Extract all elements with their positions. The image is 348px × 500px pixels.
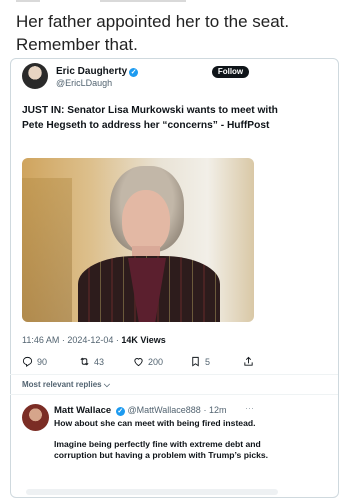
chevron-down-icon: ⌵ [103, 380, 110, 389]
author-name-text[interactable]: Eric Daugherty [56, 66, 127, 77]
share-icon [244, 356, 253, 366]
like-button[interactable]: 200 [133, 356, 163, 367]
share-button[interactable] [243, 356, 254, 367]
more-options-icon[interactable]: ··· [245, 403, 254, 413]
reply-verified-badge-icon: ✓ [115, 407, 125, 416]
reply-paragraph: Imagine being perfectly fine with extrem… [54, 438, 269, 461]
bottom-scroll-indicator [26, 489, 278, 495]
reply-author-line: Matt Wallace ✓ @MattWallace888 · 12m [54, 405, 226, 416]
verified-badge-icon: ✓ [129, 68, 139, 77]
reply-icon [22, 356, 33, 367]
reply-button[interactable]: 90 [22, 356, 47, 367]
reply-author-avatar[interactable] [22, 404, 49, 431]
author-avatar[interactable] [22, 63, 48, 89]
top-divider-right [100, 0, 186, 2]
repost-button[interactable]: 43 [79, 356, 104, 367]
replies-divider [10, 394, 338, 395]
repost-count: 43 [94, 356, 105, 367]
tweet-photo[interactable] [22, 158, 254, 322]
bookmark-count: 5 [205, 356, 211, 367]
author-name[interactable]: Eric Daugherty ✓ [56, 66, 139, 77]
like-count: 200 [148, 356, 164, 367]
reply-timestamp: · 12m [203, 405, 227, 415]
section-divider [10, 374, 338, 375]
reply-text: How about she can meet with being fired … [54, 418, 284, 471]
photo-background-figure [22, 178, 72, 322]
repost-icon [80, 357, 89, 366]
reply-sort-dropdown[interactable]: Most relevant replies ⌵ [22, 380, 110, 390]
top-divider-left [16, 0, 40, 2]
bookmark-button[interactable]: 5 [190, 356, 210, 367]
reply-sort-label: Most relevant replies [22, 380, 102, 389]
reply-paragraph: How about she can meet with being fired … [54, 418, 256, 428]
tweet-timestamp[interactable]: 11:46 AM · 2024-12-04 · [22, 335, 121, 345]
follow-button[interactable]: Follow [212, 66, 249, 78]
photo-subject-face [122, 190, 170, 252]
tweet-meta: 11:46 AM · 2024-12-04 · 14K Views [22, 335, 166, 345]
reply-author-handle[interactable]: @MattWallace888 [127, 405, 200, 415]
heart-icon [134, 358, 143, 367]
reply-count: 90 [37, 356, 48, 367]
tweet-text: JUST IN: Senator Lisa Murkowski wants to… [22, 105, 278, 131]
tweet-actions: 90 43 200 5 [22, 356, 262, 370]
post-caption: Her father appointed her to the seat. Re… [16, 12, 290, 54]
bookmark-icon [192, 356, 199, 367]
author-handle[interactable]: @EricLDaugh [56, 78, 112, 88]
tweet-views: 14K Views [121, 335, 166, 345]
reply-author-name[interactable]: Matt Wallace [54, 405, 111, 416]
